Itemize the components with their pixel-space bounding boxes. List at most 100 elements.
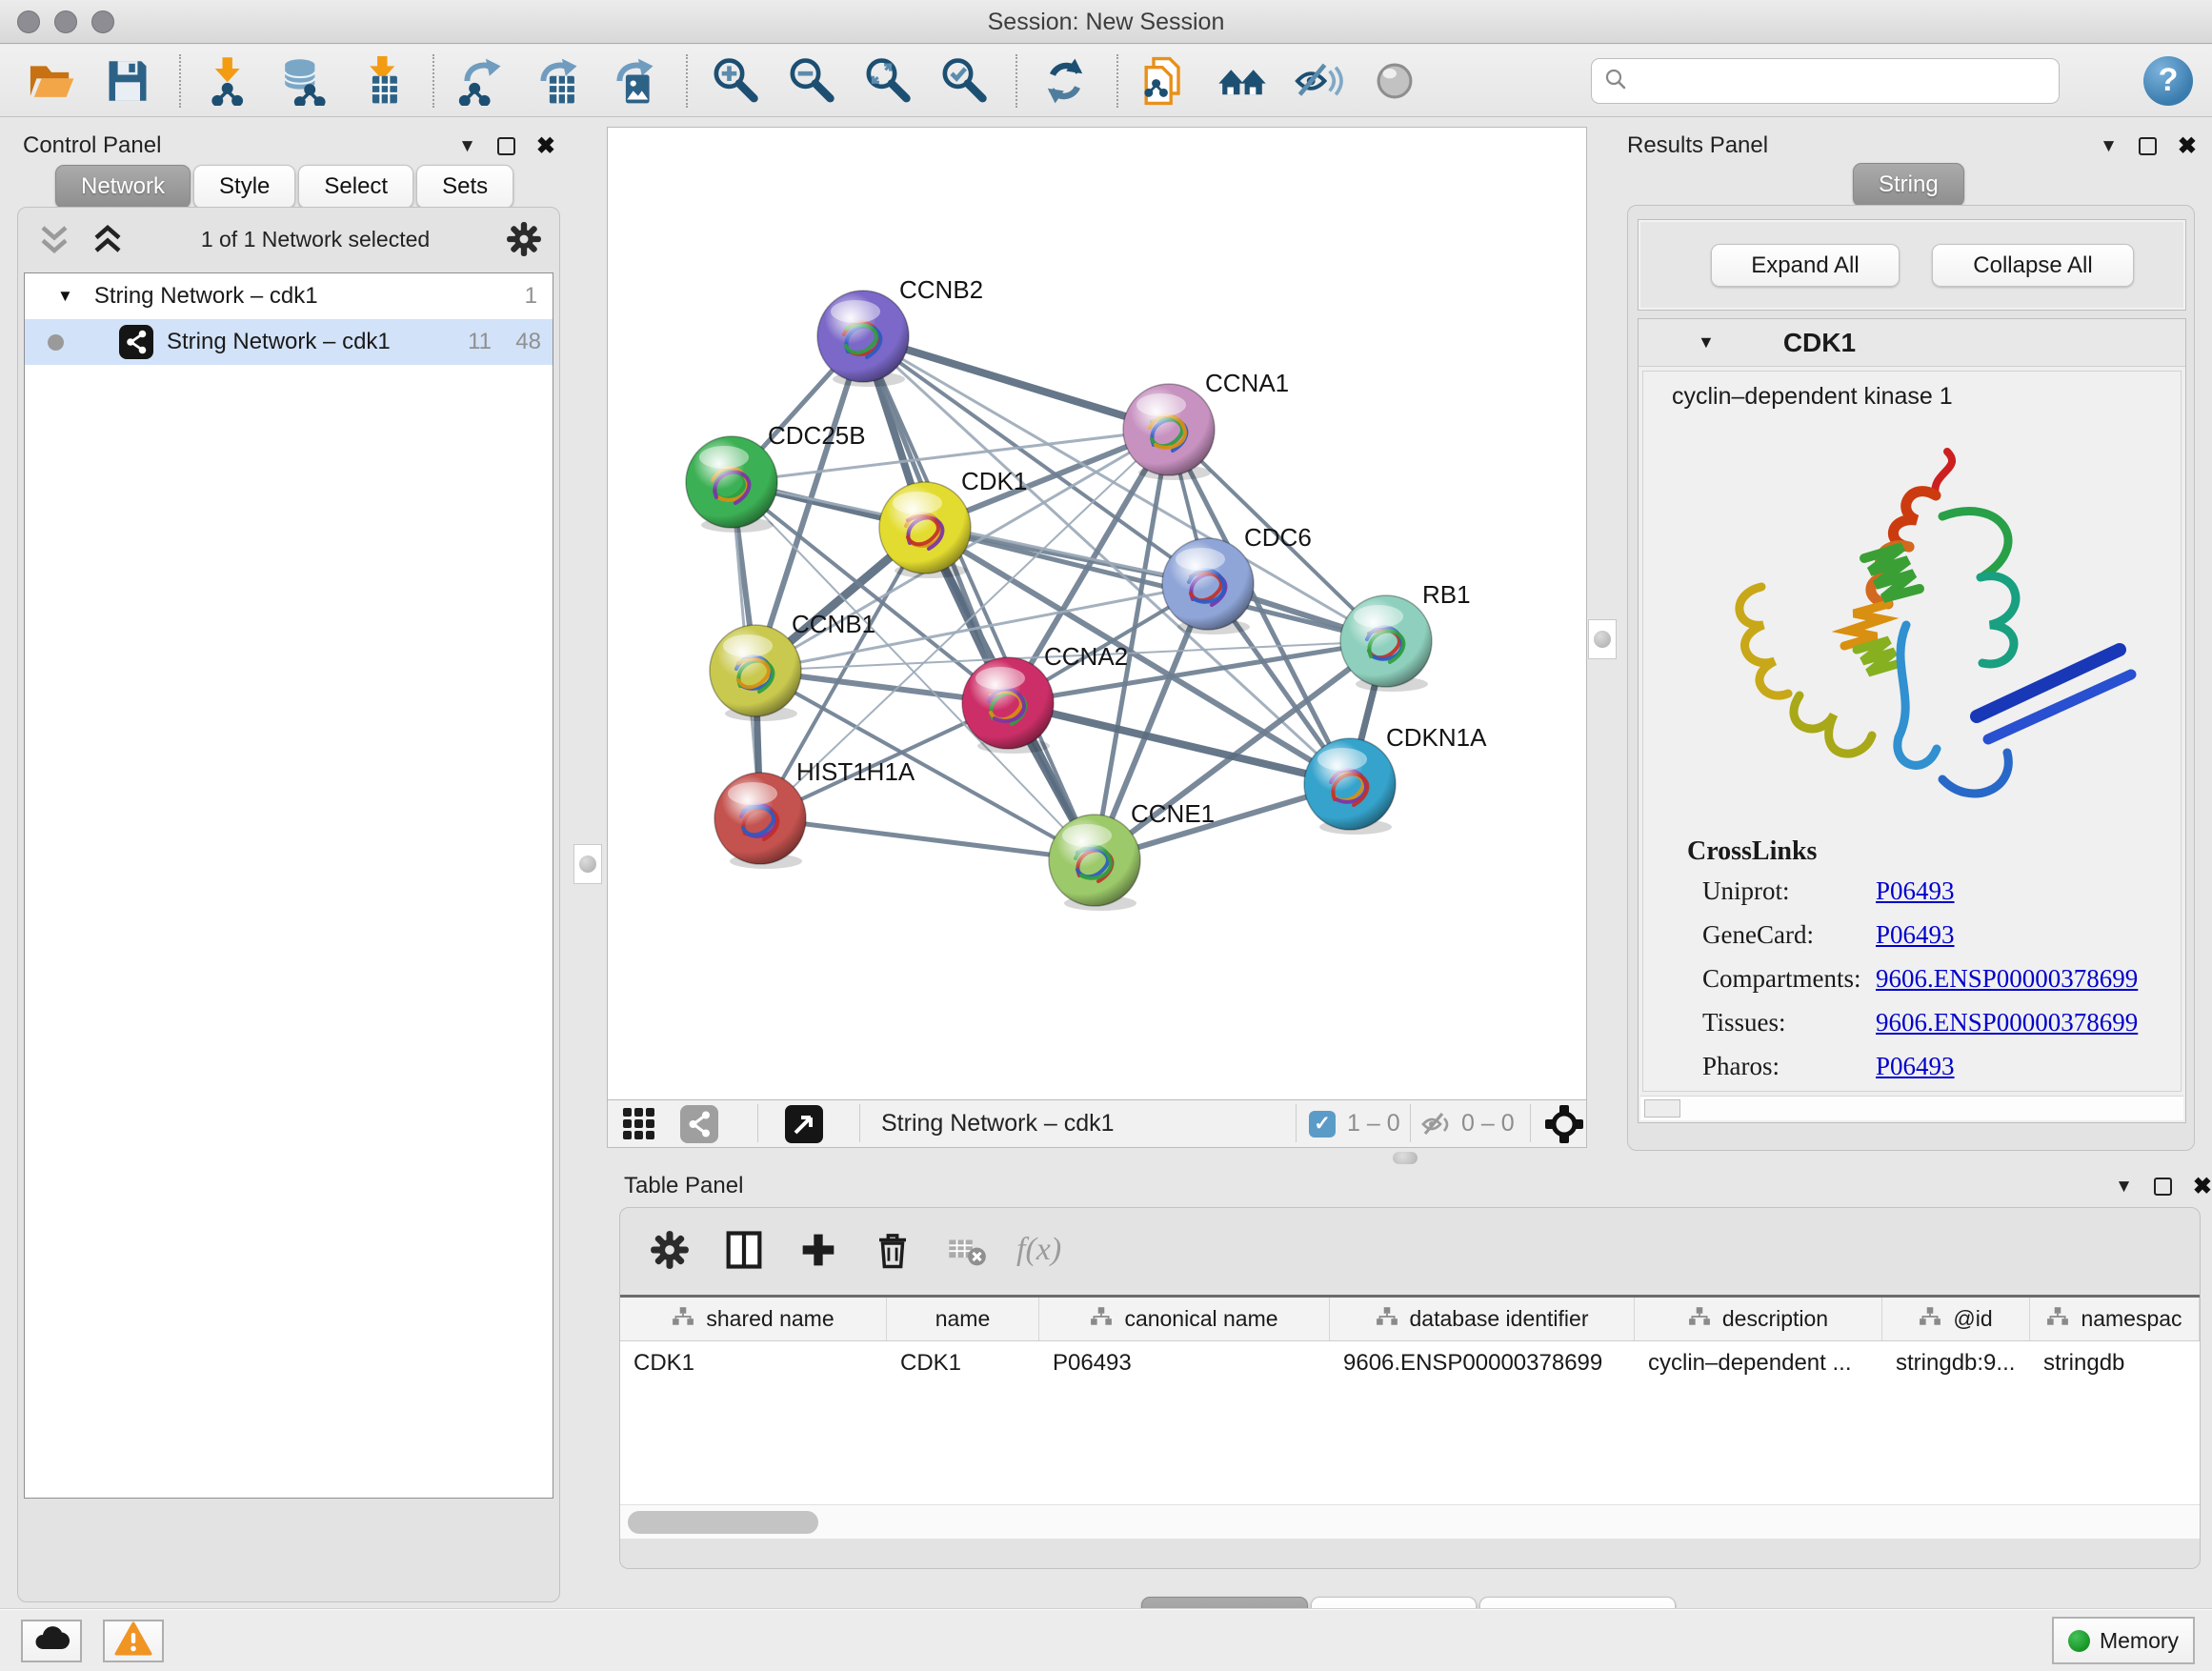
table-cell[interactable]: stringdb:9... (1882, 1341, 2030, 1384)
export-table-icon[interactable] (532, 54, 585, 108)
warnings-button[interactable] (103, 1620, 164, 1662)
export-image-icon[interactable] (608, 54, 661, 108)
sphere-icon[interactable] (1368, 54, 1421, 108)
network-view[interactable]: CCNB2CCNA1CDC25BCDK1CDC6RB1CCNB1CCNA2CDK… (607, 127, 1587, 1100)
footer-share-icon[interactable] (680, 1105, 718, 1148)
node-CCNA1[interactable] (1123, 384, 1215, 480)
table-settings-gear-icon[interactable] (645, 1225, 694, 1275)
left-splitter-handle[interactable] (573, 844, 602, 884)
crosslink-link[interactable]: P06493 (1876, 1052, 1955, 1081)
column-header-namespac[interactable]: namespac (2030, 1298, 2200, 1340)
column-header-canonical-name[interactable]: canonical name (1039, 1298, 1330, 1340)
tab-select[interactable]: Select (298, 165, 413, 209)
table-cell[interactable]: CDK1 (620, 1341, 887, 1384)
table-hscrollbar-thumb[interactable] (628, 1511, 818, 1534)
zoom-selected-icon[interactable] (937, 54, 991, 108)
selected-checkbox[interactable]: ✓ (1309, 1111, 1336, 1137)
delete-column-icon[interactable] (868, 1225, 917, 1275)
show-columns-icon[interactable] (719, 1225, 769, 1275)
import-table-icon[interactable] (354, 54, 408, 108)
zoom-out-icon[interactable] (785, 54, 838, 108)
table-panel-close-icon[interactable]: ✖ (2193, 1173, 2212, 1200)
toolbar-icons (25, 54, 1444, 108)
collapse-all-button[interactable]: Collapse All (1932, 244, 2134, 287)
hide-annotations-icon[interactable] (1292, 54, 1345, 108)
column-header-shared-name[interactable]: shared name (620, 1298, 887, 1340)
table-hscrollbar[interactable] (620, 1504, 2200, 1539)
crosslink-link[interactable]: 9606.ENSP00000378699 (1876, 964, 2138, 994)
tab-network[interactable]: Network (55, 165, 191, 209)
node-CDK1[interactable] (879, 482, 971, 578)
node-HIST1H1A[interactable] (714, 773, 806, 869)
right-splitter-handle[interactable] (1588, 619, 1617, 659)
tab-style[interactable]: Style (193, 165, 295, 209)
tab-sets[interactable]: Sets (416, 165, 513, 209)
horizontal-splitter-handle[interactable] (1393, 1152, 1418, 1164)
add-column-icon[interactable] (794, 1225, 843, 1275)
import-network-icon[interactable] (202, 54, 255, 108)
node-CDC25B[interactable] (686, 436, 777, 533)
column-tree-icon (1688, 1305, 1711, 1334)
crosslink-link[interactable]: 9606.ENSP00000378699 (1876, 1008, 2138, 1037)
column-header-name[interactable]: name (887, 1298, 1039, 1340)
cloud-button[interactable] (21, 1620, 82, 1662)
search-input[interactable] (1636, 62, 2059, 100)
table-row[interactable]: CDK1CDK1P064939606.ENSP00000378699cyclin… (620, 1341, 2200, 1384)
network-row-selected[interactable]: String Network – cdk1 11 48 (25, 319, 553, 365)
grid-view-icon[interactable] (620, 1105, 658, 1148)
gene-entry-header[interactable]: ▼ CDK1 (1639, 319, 2185, 367)
string-homes-icon[interactable] (1216, 54, 1269, 108)
table-cell[interactable]: cyclin–dependent ... (1635, 1341, 1882, 1384)
column-header-@id[interactable]: @id (1882, 1298, 2030, 1340)
crosshair-icon[interactable] (1543, 1103, 1585, 1150)
hidden-eye-icon[interactable] (1419, 1109, 1458, 1144)
table-cell[interactable]: stringdb (2030, 1341, 2200, 1384)
column-header-description[interactable]: description (1635, 1298, 1882, 1340)
results-panel-float-icon[interactable] (2139, 137, 2157, 155)
help-button[interactable]: ? (2143, 56, 2193, 106)
node-CCNB1[interactable] (710, 625, 801, 721)
results-scrollbar[interactable] (1640, 1096, 2183, 1120)
node-CDC6[interactable] (1162, 538, 1254, 634)
refresh-icon[interactable] (1038, 54, 1092, 108)
control-panel-float-icon[interactable] (497, 137, 515, 155)
expand-all-button[interactable]: Expand All (1711, 244, 1900, 287)
zoom-fit-icon[interactable] (861, 54, 915, 108)
open-session-icon[interactable] (25, 54, 78, 108)
tree-expand-icon[interactable]: ▼ (57, 287, 73, 306)
network-collection-row[interactable]: ▼ String Network – cdk1 1 (25, 273, 553, 319)
table-panel-float-icon[interactable] (2154, 1178, 2172, 1196)
entry-collapse-icon[interactable]: ▼ (1698, 332, 1715, 352)
control-panel-collapse-icon[interactable]: ▼ (458, 136, 476, 157)
tab-string[interactable]: String (1853, 163, 1964, 207)
expand-all-chevron-icon[interactable] (90, 225, 125, 253)
crosslink-link[interactable]: P06493 (1876, 920, 1955, 950)
table-cell[interactable]: CDK1 (887, 1341, 1039, 1384)
node-CDKN1A[interactable] (1304, 738, 1396, 835)
control-panel-close-icon[interactable]: ✖ (536, 132, 555, 160)
zoom-in-icon[interactable] (709, 54, 762, 108)
node-CCNE1[interactable] (1049, 815, 1140, 911)
edge-HIST1H1A-CCNE1[interactable] (760, 818, 1095, 860)
export-network-icon[interactable] (455, 54, 509, 108)
results-content: ▼ CDK1 cyclin–dependent kinase 1 (1638, 318, 2186, 1123)
crosslink-link[interactable]: P06493 (1876, 876, 1955, 906)
results-panel-close-icon[interactable]: ✖ (2178, 132, 2197, 160)
network-options-gear-icon[interactable] (506, 221, 542, 257)
table-cell[interactable]: P06493 (1039, 1341, 1330, 1384)
edge-CCNB2-CCNA1[interactable] (863, 336, 1169, 430)
table-cell[interactable]: 9606.ENSP00000378699 (1330, 1341, 1635, 1384)
collapse-all-chevron-icon[interactable] (37, 225, 71, 253)
table-panel-collapse-icon[interactable]: ▼ (2115, 1177, 2133, 1198)
column-header-database-identifier[interactable]: database identifier (1330, 1298, 1635, 1340)
memory-button[interactable]: Memory (2052, 1617, 2195, 1664)
results-panel-collapse-icon[interactable]: ▼ (2100, 136, 2118, 157)
share-document-icon[interactable] (1139, 54, 1193, 108)
birdseye-view-icon[interactable] (785, 1105, 823, 1148)
import-network-database-icon[interactable] (278, 54, 332, 108)
network-canvas[interactable]: CCNB2CCNA1CDC25BCDK1CDC6RB1CCNB1CCNA2CDK… (608, 128, 1586, 1099)
results-scrollbar-thumb[interactable] (1644, 1099, 1680, 1117)
save-session-icon[interactable] (101, 54, 154, 108)
node-RB1[interactable] (1340, 595, 1432, 692)
crosslinks-title: CrossLinks (1687, 836, 1817, 867)
